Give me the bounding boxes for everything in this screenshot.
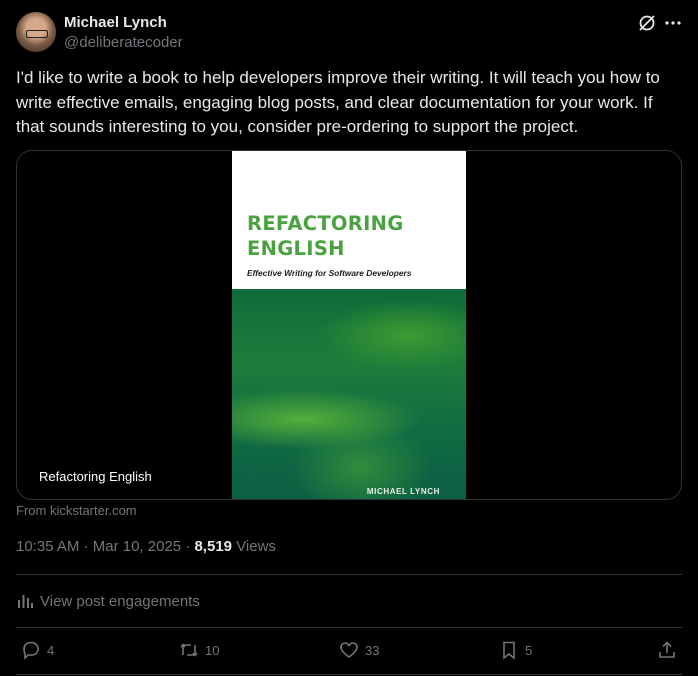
bookmark-count: 5: [525, 642, 533, 658]
author-handle[interactable]: @deliberatecoder: [64, 34, 183, 51]
card-source[interactable]: From kickstarter.com: [16, 503, 137, 518]
share-icon: [659, 641, 675, 658]
action-bar: 4 10 33 5: [0, 640, 698, 666]
engagements-label: View post engagements: [40, 592, 200, 610]
views-count: 8,519: [194, 538, 233, 555]
repost-icon: [180, 643, 198, 657]
bookmark-icon: [503, 641, 515, 660]
book-author: MICHAEL LYNCH: [366, 487, 440, 496]
author-name[interactable]: Michael Lynch: [64, 14, 167, 31]
avatar[interactable]: [16, 12, 56, 52]
post-time[interactable]: 10:35 AM: [16, 538, 79, 555]
reply-count: 4: [47, 642, 55, 658]
repost-button[interactable]: 10: [179, 640, 219, 660]
reply-button[interactable]: 4: [21, 640, 54, 660]
grok-icon[interactable]: [637, 13, 657, 33]
reply-icon: [23, 641, 39, 660]
analytics-icon: [18, 595, 33, 608]
book-title: REFACTORING ENGLISH: [247, 212, 404, 260]
divider: [16, 627, 682, 628]
post-text: I'd like to write a book to help develop…: [16, 68, 660, 136]
book-cover: REFACTORING ENGLISH Effective Writing fo…: [232, 151, 466, 499]
more-icon[interactable]: [664, 13, 682, 33]
share-button[interactable]: [657, 640, 677, 660]
view-engagements-link[interactable]: View post engagements: [16, 592, 200, 610]
card-caption: Refactoring English: [37, 469, 154, 484]
bookmark-button[interactable]: 5: [499, 640, 532, 660]
divider: [16, 574, 682, 575]
post-meta: 10:35 AM · Mar 10, 2025 · 8,519 Views: [16, 538, 276, 555]
post-date[interactable]: Mar 10, 2025: [93, 538, 181, 555]
repost-count: 10: [205, 642, 220, 658]
like-icon: [340, 642, 358, 659]
divider: [16, 674, 682, 675]
like-count: 33: [365, 642, 380, 658]
views-label: Views: [236, 538, 276, 555]
like-button[interactable]: 33: [339, 640, 379, 660]
book-subtitle: Effective Writing for Software Developer…: [247, 268, 412, 278]
link-card[interactable]: REFACTORING ENGLISH Effective Writing fo…: [16, 150, 682, 500]
